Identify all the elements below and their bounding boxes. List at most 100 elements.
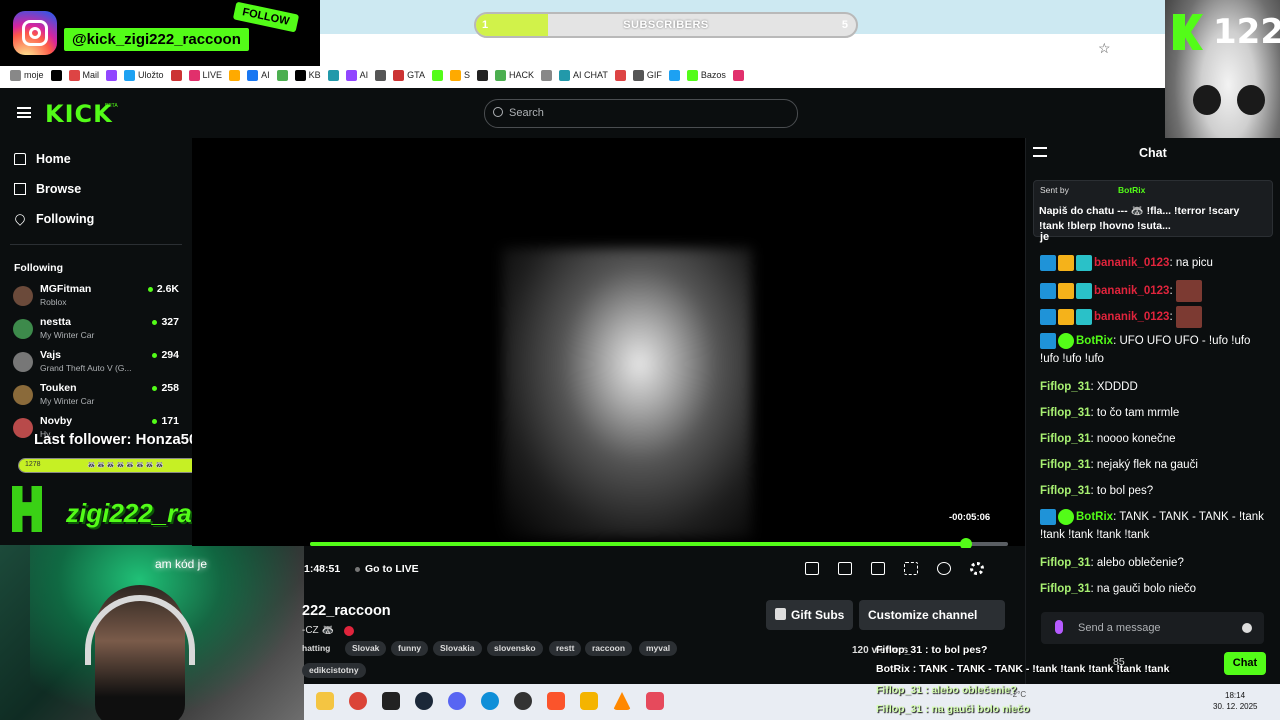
nav-browse[interactable]: Browse	[14, 182, 81, 196]
channel-tag[interactable]: Slovak	[345, 641, 387, 656]
channel-name[interactable]: 222_raccoon	[302, 603, 391, 619]
emoji-icon[interactable]	[1242, 623, 1252, 633]
chat-send-button[interactable]: Chat	[1224, 652, 1266, 675]
edge-icon[interactable]	[481, 692, 499, 710]
bookmark-item[interactable]: moje	[10, 69, 44, 81]
bookmark-favicon-icon[interactable]	[668, 69, 680, 81]
elapsed-time: 1:48:51	[304, 563, 341, 575]
chat-username[interactable]: Fiflop_31	[1040, 459, 1090, 471]
bookmark-label: AI CHAT	[572, 70, 608, 80]
channel-tag[interactable]: Slovakia	[433, 641, 482, 656]
collapse-chat-icon[interactable]	[1033, 147, 1047, 157]
chat-text: to čo tam mrmle	[1096, 407, 1180, 419]
hamburger-menu-icon[interactable]	[17, 107, 31, 118]
seek-bar[interactable]	[310, 538, 1008, 550]
chat-username[interactable]: Fiflop_31	[1040, 381, 1090, 393]
bookmark-favicon-icon[interactable]	[276, 69, 288, 81]
channel-tag[interactable]: raccoon	[585, 641, 633, 656]
tag-extra[interactable]: edikcistotny	[302, 663, 366, 678]
bookmark-item[interactable]: S	[449, 69, 470, 81]
go-to-live-button[interactable]: Go to LIVE	[355, 563, 419, 575]
category-chip[interactable]: hatting	[302, 641, 337, 656]
bookmark-favicon-icon[interactable]	[375, 69, 387, 81]
channel-tag[interactable]: myval	[639, 641, 678, 656]
viewer-count-value: 294	[161, 349, 179, 361]
bookmark-favicon-icon[interactable]	[106, 69, 118, 81]
bookmark-favicon-icon[interactable]	[327, 69, 339, 81]
folder-icon[interactable]	[580, 692, 598, 710]
playback-speed-icon[interactable]	[937, 562, 951, 575]
chat-username[interactable]: bananik_0123	[1094, 257, 1169, 269]
bookmark-item[interactable]: AI	[247, 69, 270, 81]
bookmark-favicon-icon[interactable]	[476, 69, 488, 81]
chat-username[interactable]: bananik_0123	[1094, 285, 1169, 297]
bookmark-item[interactable]: GIF	[632, 69, 662, 81]
brave-icon[interactable]	[547, 692, 565, 710]
chat-username[interactable]: BotRix	[1076, 335, 1113, 347]
chat-text: na picu	[1175, 257, 1213, 269]
chat-username[interactable]: Fiflop_31	[1040, 485, 1090, 497]
search-input[interactable]: Search	[484, 99, 798, 128]
bookmark-item[interactable]: GTA	[393, 69, 425, 81]
channel-tag[interactable]: funny	[391, 641, 429, 656]
discord-icon[interactable]	[448, 692, 466, 710]
chat-input[interactable]: Send a message	[1041, 612, 1264, 644]
steam-icon[interactable]	[415, 692, 433, 710]
file-explorer-icon[interactable]	[316, 692, 334, 710]
video-player[interactable]	[192, 138, 1025, 546]
bookmark-item[interactable]: LIVE	[188, 69, 222, 81]
epic-games-icon[interactable]	[382, 692, 400, 710]
chat-username[interactable]: Fiflop_31	[1040, 407, 1090, 419]
address-bar[interactable]	[320, 34, 1165, 62]
followed-channel-row[interactable]: Touken My Winter Car 258	[13, 382, 183, 412]
customize-channel-button[interactable]: Customize channel	[859, 600, 1005, 630]
clip-icon[interactable]	[838, 562, 852, 575]
bookmark-favicon-icon[interactable]	[170, 69, 182, 81]
pinned-sent-by: Sent by	[1040, 185, 1069, 195]
followed-channel-row[interactable]: MGFitman Roblox 2.6K	[13, 283, 183, 313]
bookmark-item[interactable]: Bazos	[686, 69, 726, 81]
bookmark-favicon-icon[interactable]	[229, 69, 241, 81]
bookmark-favicon-icon[interactable]	[540, 69, 552, 81]
bookmark-favicon-icon[interactable]	[431, 69, 443, 81]
mod-badge-icon	[1040, 508, 1056, 525]
browse-icon	[14, 183, 26, 195]
theater-mode-icon[interactable]	[871, 562, 885, 575]
chat-username[interactable]: BotRix	[1076, 511, 1113, 523]
bookmark-item[interactable]: AI	[345, 69, 368, 81]
bookmark-item[interactable]: AI CHAT	[558, 69, 608, 81]
channel-name: Vajs	[40, 349, 62, 361]
app-icon[interactable]	[646, 692, 664, 710]
mic-icon[interactable]	[1055, 620, 1063, 634]
bookmark-item[interactable]: HACK	[494, 69, 534, 81]
chat-username[interactable]: bananik_0123	[1094, 311, 1169, 323]
bookmark-label: Uložto	[138, 70, 164, 80]
kick-logo[interactable]: KICK	[45, 100, 113, 128]
nav-following[interactable]: Following	[13, 212, 94, 226]
chat-username[interactable]: Fiflop_31	[1040, 557, 1090, 569]
channel-tag[interactable]: restt	[549, 641, 582, 656]
obs-icon[interactable]	[514, 692, 532, 710]
bookmark-item[interactable]: Mail	[68, 69, 99, 81]
bookmark-label: HACK	[508, 70, 534, 80]
video-frame	[502, 248, 752, 538]
fullscreen-icon[interactable]	[904, 562, 918, 575]
chrome-icon[interactable]	[349, 692, 367, 710]
bookmark-star-icon[interactable]: ☆	[1098, 40, 1111, 57]
bookmark-item[interactable]: KB	[294, 69, 321, 81]
bookmark-item[interactable]: Uložto	[124, 69, 164, 81]
followed-channel-row[interactable]: Vajs Grand Theft Auto V (G... 294	[13, 349, 183, 379]
channel-avatar	[13, 286, 33, 306]
bookmark-favicon-icon[interactable]	[614, 69, 626, 81]
chat-username[interactable]: Fiflop_31	[1040, 583, 1090, 595]
miniplayer-icon[interactable]	[805, 562, 819, 575]
chat-username[interactable]: Fiflop_31	[1040, 433, 1090, 445]
bookmark-favicon-icon[interactable]	[732, 69, 744, 81]
channel-game: My Winter Car	[40, 396, 95, 406]
settings-gear-icon[interactable]	[970, 562, 984, 575]
channel-tag[interactable]: slovensko	[487, 641, 543, 656]
followed-channel-row[interactable]: nestta My Winter Car 327	[13, 316, 183, 346]
bookmark-favicon-icon[interactable]	[50, 69, 62, 81]
chat-message: bananik_0123: na picu	[1040, 254, 1270, 272]
nav-home[interactable]: Home	[14, 152, 71, 166]
